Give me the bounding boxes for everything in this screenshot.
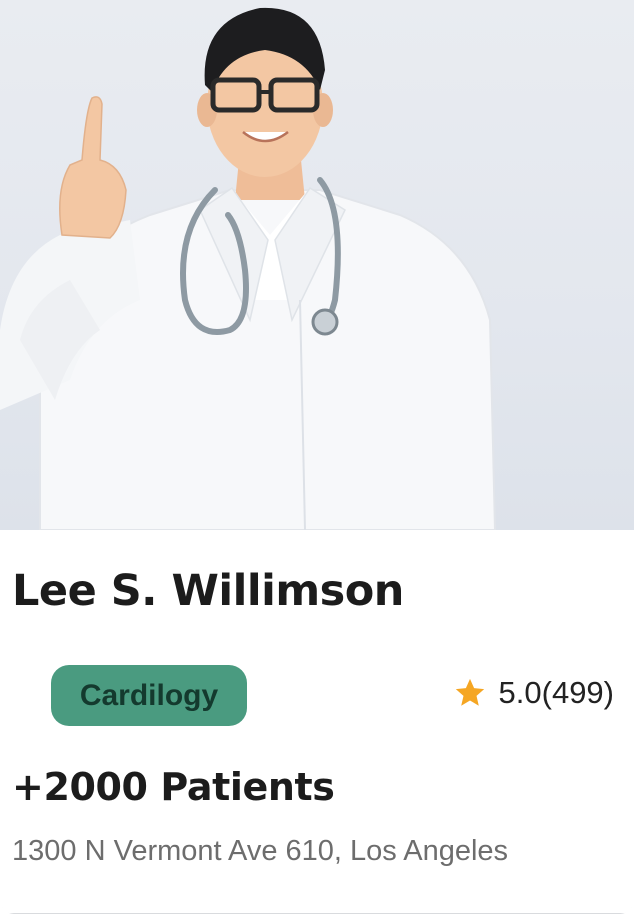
card-border (2, 907, 632, 914)
specialty-badge[interactable]: Cardilogy (51, 665, 247, 726)
doctor-name: Lee S. Willimson (12, 566, 404, 616)
rating: 5.0(499) (453, 675, 614, 711)
patient-count: +2000 Patients (12, 765, 335, 809)
doctor-illustration (0, 7, 497, 530)
doctor-photo (0, 0, 634, 530)
specialty-label: Cardilogy (79, 678, 219, 712)
doctor-card[interactable]: Lee S. Willimson Cardilogy 5.0(499) +200… (0, 0, 634, 914)
clinic-address: 1300 N Vermont Ave 610, Los Angeles (12, 835, 509, 867)
rating-value: 5.0(499) (498, 675, 614, 710)
star-icon (455, 678, 484, 706)
